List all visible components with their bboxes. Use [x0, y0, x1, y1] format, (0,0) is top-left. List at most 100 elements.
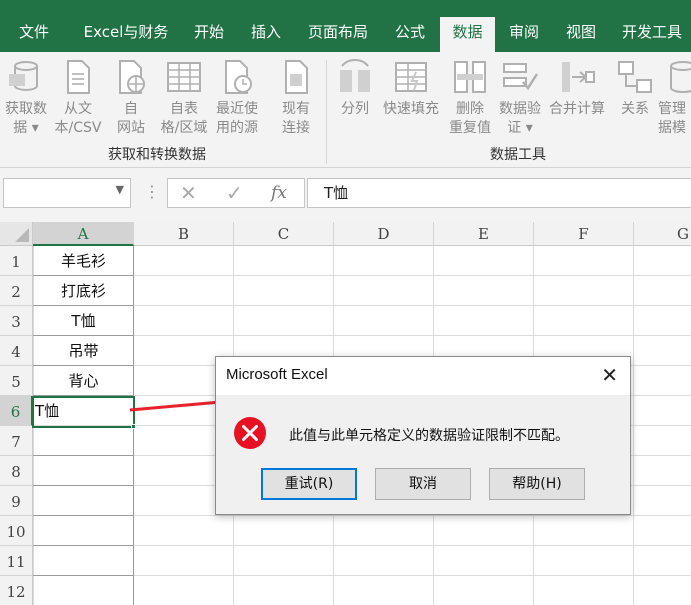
cell-a2[interactable]: 打底衫 [33, 276, 134, 306]
get-data-button[interactable]: 获取数 据 ▾ [0, 58, 52, 138]
remove-duplicates-button[interactable]: 删除 重复值 [446, 58, 494, 138]
ribbon: 获取数 据 ▾ 从文 本/CSV 自 网站 自表 格/区域 最近使 用的源 现有… [0, 52, 691, 168]
tab-view[interactable]: 视图 [556, 17, 606, 52]
from-web-label-2: 网站 [117, 120, 145, 136]
active-cell-a6[interactable]: T恤 [32, 396, 135, 428]
cell-a5[interactable]: 背心 [33, 366, 134, 396]
get-data-label-2: 据 ▾ [13, 120, 39, 136]
row-header-10[interactable]: 10 [0, 516, 33, 546]
dialog-title: Microsoft Excel [226, 366, 328, 383]
consolidate-button[interactable]: 合并计算 [546, 58, 608, 119]
existing-connections-icon [285, 60, 308, 94]
cancel-button[interactable]: 取消 [375, 468, 471, 500]
data-model-button[interactable]: 管理 据模 [658, 58, 691, 138]
column-header-f[interactable]: F [534, 222, 634, 246]
row-header-11[interactable]: 11 [0, 546, 33, 576]
cell-a7[interactable] [33, 426, 134, 456]
name-box[interactable]: ▼ [3, 178, 131, 208]
existing-connections-button[interactable]: 现有 连接 [272, 58, 320, 138]
cell-a11[interactable] [33, 546, 134, 576]
existing-connections-label-2: 连接 [282, 120, 310, 136]
cell-a3[interactable]: T恤 [33, 306, 134, 336]
from-table-button[interactable]: 自表 格/区域 [156, 58, 212, 138]
flash-fill-label: 快速填充 [383, 101, 439, 117]
row-header-1[interactable]: 1 [0, 246, 33, 276]
from-text-label-2: 本/CSV [54, 120, 102, 136]
column-header-g[interactable]: G [634, 222, 691, 246]
column-header-d[interactable]: D [334, 222, 434, 246]
from-table-label: 自表 [170, 101, 198, 117]
tab-data[interactable]: 数据 [440, 17, 495, 52]
data-validation-label: 数据验 [499, 101, 541, 117]
cell-a8[interactable] [33, 456, 134, 486]
formula-bar-resize-handle[interactable]: ⋮ [144, 182, 160, 201]
select-all-button[interactable] [0, 222, 33, 246]
tab-review[interactable]: 审阅 [499, 17, 549, 52]
cell-a10[interactable] [33, 516, 134, 546]
column-header-b[interactable]: B [134, 222, 234, 246]
group-label-data-tools: 数据工具 [490, 147, 546, 163]
data-validation-button[interactable]: 数据验 证 ▾ [496, 58, 544, 138]
error-icon [234, 417, 266, 449]
row-header-4[interactable]: 4 [0, 336, 33, 366]
from-web-icon [119, 60, 145, 94]
insert-function-icon[interactable]: fx [271, 183, 287, 203]
row-header-7[interactable]: 7 [0, 426, 33, 456]
recent-sources-button[interactable]: 最近使 用的源 [212, 58, 262, 138]
from-table-label-2: 格/区域 [160, 120, 208, 136]
tab-developer[interactable]: 开发工具 [614, 17, 691, 52]
tab-excel-finance[interactable]: Excel与财务 [76, 17, 176, 52]
text-to-columns-button[interactable]: 分列 [336, 58, 374, 119]
row-header-2[interactable]: 2 [0, 276, 33, 306]
tab-insert[interactable]: 插入 [241, 17, 291, 52]
close-icon[interactable]: ✕ [601, 363, 618, 387]
help-button[interactable]: 帮助(H) [489, 468, 585, 500]
dialog-body: 此值与此单元格定义的数据验证限制不匹配。 重试(R) 取消 帮助(H) [216, 395, 630, 514]
recent-sources-icon [225, 60, 252, 94]
cell-a4[interactable]: 吊带 [33, 336, 134, 366]
cancel-icon[interactable]: ✕ [180, 181, 197, 205]
validation-error-dialog: Microsoft Excel ✕ 此值与此单元格定义的数据验证限制不匹配。 重… [215, 356, 631, 515]
enter-icon[interactable]: ✓ [226, 181, 243, 205]
column-header-e[interactable]: E [434, 222, 534, 246]
cell-a1[interactable]: 羊毛衫 [33, 246, 134, 276]
retry-button[interactable]: 重试(R) [261, 468, 357, 500]
text-to-columns-label: 分列 [341, 101, 369, 117]
row-header-9[interactable]: 9 [0, 486, 33, 516]
from-table-icon [167, 62, 201, 92]
row-header-3[interactable]: 3 [0, 306, 33, 336]
relationships-label: 关系 [621, 101, 649, 117]
tab-page-layout[interactable]: 页面布局 [300, 17, 376, 52]
fill-handle[interactable] [131, 424, 136, 429]
relationships-icon [618, 61, 652, 93]
formula-bar: ▼ ⋮ ✕ ✓ fx T恤 [0, 168, 691, 222]
get-data-label: 获取数 [5, 101, 47, 117]
data-model-icon [670, 61, 691, 94]
formula-input[interactable]: T恤 [307, 178, 691, 208]
flash-fill-button[interactable]: 快速填充 [380, 58, 442, 119]
from-text-label: 从文 [64, 101, 92, 117]
from-text-button[interactable]: 从文 本/CSV [50, 58, 106, 138]
chevron-down-icon[interactable]: ▼ [116, 183, 124, 196]
tab-file[interactable]: 文件 [6, 17, 62, 52]
cell-a9[interactable] [33, 486, 134, 516]
data-model-label-2: 据模 [658, 120, 686, 136]
row-header-8[interactable]: 8 [0, 456, 33, 486]
relationships-button[interactable]: 关系 [614, 58, 656, 119]
tab-formulas[interactable]: 公式 [384, 17, 436, 52]
select-all-triangle-icon [15, 228, 29, 242]
formula-buttons: ✕ ✓ fx [167, 178, 305, 208]
column-header-c[interactable]: C [234, 222, 334, 246]
remove-duplicates-label-2: 重复值 [449, 120, 491, 136]
consolidate-icon [562, 62, 595, 92]
recent-sources-label-2: 用的源 [216, 120, 258, 136]
row-header-6[interactable]: 6 [0, 396, 33, 426]
tab-home[interactable]: 开始 [184, 17, 234, 52]
row-header-12[interactable]: 12 [0, 576, 33, 605]
data-validation-icon [503, 63, 539, 91]
remove-duplicates-icon [454, 61, 486, 93]
row-header-5[interactable]: 5 [0, 366, 33, 396]
column-header-a[interactable]: A [33, 222, 134, 246]
from-web-button[interactable]: 自 网站 [110, 58, 152, 138]
recent-sources-label: 最近使 [216, 101, 258, 117]
